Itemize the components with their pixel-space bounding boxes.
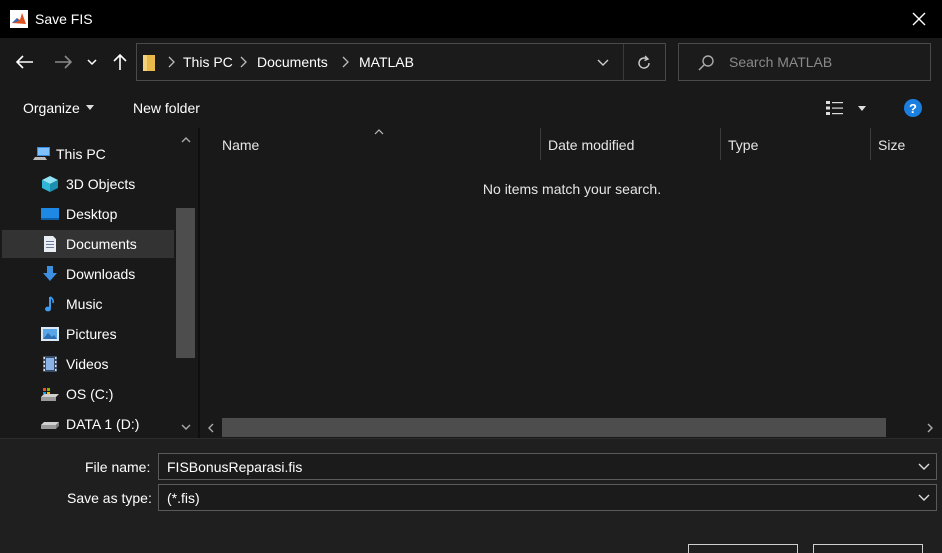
download-icon bbox=[43, 266, 57, 281]
search-box[interactable] bbox=[678, 43, 931, 81]
scroll-left-icon[interactable] bbox=[205, 422, 217, 434]
sidebar-item-pictures[interactable]: Pictures bbox=[2, 320, 174, 348]
up-arrow-icon bbox=[113, 53, 127, 70]
refresh-icon bbox=[638, 55, 650, 69]
sidebar-item-desktop[interactable]: Desktop bbox=[2, 200, 174, 228]
sidebar-item-label: Desktop bbox=[66, 206, 118, 222]
organize-label: Organize bbox=[23, 100, 80, 116]
picture-icon bbox=[41, 327, 59, 341]
document-icon bbox=[44, 236, 56, 252]
cancel-button[interactable] bbox=[813, 544, 923, 553]
navigation-pane: This PC 3D Objects Desktop Documents Dow… bbox=[0, 128, 198, 438]
help-button[interactable]: ? bbox=[904, 99, 922, 117]
breadcrumb-documents[interactable]: Documents bbox=[257, 54, 328, 70]
save-form: File name: FISBonusReparasi.fis Save as … bbox=[0, 438, 942, 553]
sidebar-item-label: This PC bbox=[56, 146, 106, 162]
computer-icon bbox=[33, 147, 50, 160]
sidebar-item-videos[interactable]: Videos bbox=[2, 350, 174, 378]
sidebar-item-label: OS (C:) bbox=[66, 386, 114, 402]
chevron-down-icon bbox=[597, 59, 609, 66]
breadcrumb-separator-icon bbox=[168, 56, 175, 68]
file-name-field[interactable]: FISBonusReparasi.fis bbox=[158, 453, 937, 480]
sidebar-item-music[interactable]: Music bbox=[2, 290, 174, 318]
chevron-down-icon[interactable] bbox=[918, 462, 930, 472]
scroll-up-icon[interactable] bbox=[180, 134, 192, 146]
view-options-icon[interactable] bbox=[825, 100, 845, 116]
search-input[interactable] bbox=[729, 52, 919, 72]
save-as-type-select[interactable]: (*.fis) bbox=[158, 484, 937, 511]
drive-icon bbox=[41, 422, 59, 429]
desktop-icon bbox=[41, 208, 59, 220]
forward-button[interactable] bbox=[51, 50, 75, 74]
file-list-scroll-thumb[interactable] bbox=[222, 418, 886, 437]
back-button[interactable] bbox=[13, 50, 37, 74]
close-icon bbox=[912, 12, 926, 26]
folder-icon bbox=[143, 55, 155, 71]
organize-button[interactable]: Organize bbox=[23, 100, 94, 116]
breadcrumb-separator-icon bbox=[240, 56, 247, 68]
scroll-right-icon[interactable] bbox=[924, 422, 936, 434]
view-options-dropdown[interactable] bbox=[858, 106, 866, 111]
column-header-date-modified[interactable]: Date modified bbox=[541, 128, 720, 160]
save-as-type-value: (*.fis) bbox=[167, 490, 200, 506]
address-history-dropdown[interactable] bbox=[592, 54, 614, 72]
forward-arrow-icon bbox=[55, 55, 72, 69]
window-title: Save FIS bbox=[35, 11, 93, 27]
sidebar-item-this-pc[interactable]: This PC bbox=[2, 140, 174, 168]
sidebar-item-label: Videos bbox=[66, 356, 109, 372]
sidebar-item-label: Music bbox=[66, 296, 103, 312]
refresh-button[interactable] bbox=[633, 52, 655, 74]
column-header-name[interactable]: Name bbox=[200, 128, 540, 160]
navigation-bar: This PC Documents MATLAB bbox=[0, 38, 942, 88]
column-header-type[interactable]: Type bbox=[721, 128, 870, 160]
sidebar-item-os-drive[interactable]: OS (C:) bbox=[2, 380, 174, 408]
chevron-down-icon bbox=[87, 59, 97, 66]
save-button[interactable] bbox=[688, 544, 798, 553]
file-list: Name Date modified Type Size No items ma… bbox=[198, 128, 942, 438]
save-as-type-label: Save as type: bbox=[67, 490, 152, 506]
back-arrow-icon bbox=[16, 55, 33, 69]
address-divider bbox=[623, 44, 624, 80]
scroll-down-icon[interactable] bbox=[180, 421, 192, 433]
file-list-horizontal-scrollbar[interactable] bbox=[200, 418, 942, 438]
sidebar-item-label: 3D Objects bbox=[66, 176, 136, 192]
os-drive-icon bbox=[41, 388, 59, 401]
sidebar-item-label: DATA 1 (D:) bbox=[66, 416, 140, 432]
sidebar-item-label: Pictures bbox=[66, 326, 117, 342]
cube-icon bbox=[42, 176, 58, 192]
sidebar-item-3d-objects[interactable]: 3D Objects bbox=[2, 170, 174, 198]
breadcrumb-this-pc[interactable]: This PC bbox=[183, 54, 233, 70]
command-toolbar: Organize New folder bbox=[0, 88, 942, 128]
sidebar-item-downloads[interactable]: Downloads bbox=[2, 260, 174, 288]
search-icon bbox=[698, 55, 714, 71]
file-name-value: FISBonusReparasi.fis bbox=[167, 459, 303, 475]
title-bar: Save FIS bbox=[0, 0, 942, 38]
recent-locations-button[interactable] bbox=[82, 50, 102, 74]
breadcrumb-matlab[interactable]: MATLAB bbox=[359, 54, 414, 70]
sidebar-item-data-drive[interactable]: DATA 1 (D:) bbox=[2, 410, 174, 438]
sidebar-item-label: Downloads bbox=[66, 266, 136, 282]
empty-message: No items match your search. bbox=[482, 181, 662, 197]
column-header-size[interactable]: Size bbox=[871, 128, 942, 160]
close-button[interactable] bbox=[906, 6, 932, 32]
music-note-icon bbox=[45, 296, 54, 312]
new-folder-button[interactable]: New folder bbox=[133, 100, 200, 116]
breadcrumb-separator-icon bbox=[342, 56, 349, 68]
sidebar-scroll-thumb[interactable] bbox=[176, 208, 195, 358]
chevron-down-icon[interactable] bbox=[918, 493, 930, 503]
matlab-icon bbox=[10, 10, 28, 28]
file-name-label: File name: bbox=[85, 459, 151, 475]
sidebar-item-label: Documents bbox=[66, 236, 137, 252]
caret-down-icon bbox=[85, 104, 94, 110]
film-icon bbox=[43, 356, 57, 372]
sidebar-scrollbar[interactable] bbox=[176, 128, 196, 438]
sidebar-item-documents[interactable]: Documents bbox=[2, 230, 174, 258]
address-bar[interactable]: This PC Documents MATLAB bbox=[136, 43, 666, 81]
up-button[interactable] bbox=[108, 50, 132, 74]
